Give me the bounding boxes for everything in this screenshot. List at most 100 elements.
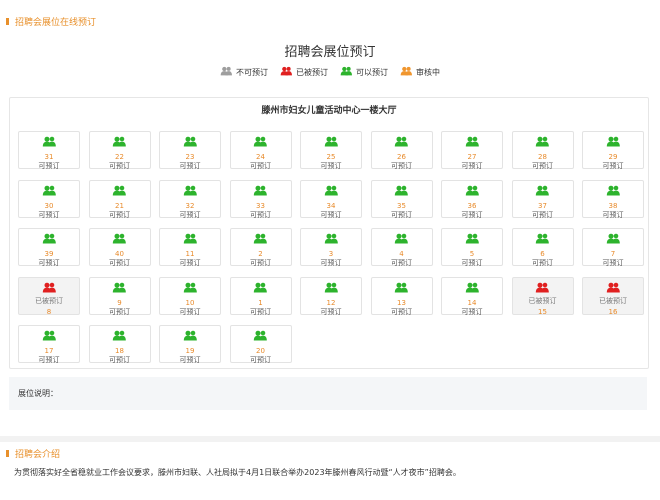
person-pair-icon: [535, 229, 550, 248]
page-title: 招聘会展位预订: [284, 45, 376, 60]
booth-status: 可预订: [461, 162, 483, 170]
booth-status: 可预订: [461, 210, 483, 219]
booth-12[interactable]: 12 可预订: [300, 276, 362, 316]
booth-number: 23: [185, 153, 195, 161]
booth-36[interactable]: 36 可预订: [441, 179, 503, 219]
booth-27[interactable]: 27 可预订: [441, 131, 503, 170]
booth-35[interactable]: 35 可预订: [370, 179, 433, 219]
booth-33[interactable]: 33 可预订: [229, 179, 292, 219]
booth-28[interactable]: 28 可预订: [511, 131, 574, 170]
booth-number: 36: [467, 201, 477, 210]
booth-number: 30: [44, 201, 54, 210]
booth-number: 26: [397, 153, 406, 161]
person-pair-icon: [465, 132, 480, 151]
booth-20[interactable]: 20 可预订: [229, 325, 292, 364]
booth-status: 可预订: [38, 162, 60, 170]
booth-number: 40: [115, 250, 124, 258]
booth-11[interactable]: 11 可预订: [159, 228, 221, 267]
person-pair-icon: [253, 326, 268, 345]
person-pair-icon: [112, 229, 127, 248]
booth-number: 33: [256, 201, 265, 210]
booth-3[interactable]: 3 可预订: [300, 228, 362, 267]
person-pair-icon: [324, 181, 339, 200]
booth-8[interactable]: 已被预订 8: [18, 276, 80, 316]
booth-number: 8: [46, 307, 52, 316]
booth-number: 5: [469, 250, 475, 258]
booth-1[interactable]: 1 可预订: [229, 276, 292, 316]
person-pair-icon: [394, 181, 409, 200]
booth-30[interactable]: 30 可预订: [18, 179, 80, 219]
legend-label: 审核中: [416, 67, 440, 77]
person-pair-icon: [606, 229, 621, 248]
booth-number: 31: [44, 153, 54, 161]
person-pair-icon: [340, 66, 353, 78]
booth-18[interactable]: 18 可预订: [88, 325, 151, 364]
booth-39[interactable]: 39 可预订: [18, 228, 80, 267]
person-pair-icon: [394, 278, 409, 297]
booth-14[interactable]: 14 可预订: [441, 276, 503, 316]
person-pair-icon: [394, 229, 409, 248]
person-pair-icon: [394, 132, 409, 151]
booth-number: 16: [608, 307, 618, 316]
booth-5[interactable]: 5 可预订: [441, 228, 503, 267]
person-pair-icon: [183, 278, 198, 297]
booth-status: 可预订: [38, 210, 60, 219]
booth-status: 可预订: [461, 259, 483, 267]
booth-24[interactable]: 24 可预订: [229, 131, 292, 170]
booth-status: 可预订: [391, 210, 412, 219]
booth-16[interactable]: 已被预订 16: [582, 276, 644, 316]
person-pair-icon: [280, 66, 293, 78]
booth-2[interactable]: 2 可预订: [229, 228, 292, 267]
booth-number: 34: [326, 201, 336, 210]
booth-status: 可预订: [250, 307, 271, 316]
booth-26[interactable]: 26 可预订: [370, 131, 433, 170]
booth-number: 2: [258, 250, 263, 258]
booth-22[interactable]: 22 可预订: [88, 131, 151, 170]
booth-status: 可预订: [320, 162, 342, 170]
person-pair-icon: [112, 181, 127, 200]
booth-number: 4: [399, 250, 404, 258]
booth-10[interactable]: 10 可预订: [159, 276, 221, 316]
booth-number: 27: [467, 153, 477, 161]
booth-number: 14: [467, 298, 477, 307]
person-pair-icon: [42, 181, 57, 200]
booth-31[interactable]: 31 可预订: [18, 131, 80, 170]
booth-number: 3: [328, 250, 334, 258]
booth-23[interactable]: 23 可预订: [159, 131, 221, 170]
booth-4[interactable]: 4 可预订: [370, 228, 433, 267]
booth-status: 可预订: [250, 210, 271, 219]
person-pair-icon: [465, 181, 480, 200]
booth-40[interactable]: 40 可预订: [88, 228, 151, 267]
booth-13[interactable]: 13 可预订: [370, 276, 433, 316]
legend-item: 可以预订: [340, 66, 388, 78]
booth-7[interactable]: 7 可预订: [582, 228, 644, 267]
booth-status: 可预订: [391, 162, 412, 170]
booth-status: 可预订: [320, 210, 342, 219]
booth-number: 38: [608, 201, 618, 210]
booth-29[interactable]: 29 可预订: [582, 131, 644, 170]
booth-21[interactable]: 21 可预订: [88, 179, 151, 219]
booth-38[interactable]: 38 可预订: [582, 179, 644, 219]
booth-25[interactable]: 25 可预订: [300, 131, 362, 170]
booth-32[interactable]: 32 可预订: [159, 179, 221, 219]
person-pair-icon: [42, 229, 57, 248]
booth-number: 28: [538, 153, 547, 161]
booth-19[interactable]: 19 可预订: [159, 325, 221, 364]
person-pair-icon: [42, 278, 57, 297]
booth-15[interactable]: 已被预订 15: [511, 276, 574, 316]
booth-17[interactable]: 17 可预订: [18, 325, 80, 364]
booth-6[interactable]: 6 可预订: [511, 228, 574, 267]
booth-number: 12: [326, 298, 336, 307]
booth-37[interactable]: 37 可预订: [511, 179, 574, 219]
booth-34[interactable]: 34 可预订: [300, 179, 362, 219]
booth-number: 32: [185, 201, 195, 210]
section-title: 招聘会展位在线预订: [15, 18, 97, 28]
booth-number: 10: [185, 298, 195, 307]
intro-text: 为贯彻落实好全省稳就业工作会议要求，滕州市妇联、人社局拟于4月1日联合举办202…: [14, 468, 461, 477]
booth-9[interactable]: 9 可预订: [88, 276, 151, 316]
person-pair-icon: [606, 278, 621, 297]
booking-panel: 招聘会展位在线预订 招聘会展位预订 不可预订 已被预订 可以预订 审核中 滕州市妇女儿…: [0, 0, 660, 436]
booth-number: 39: [44, 250, 54, 258]
booth-status: 已被预订: [35, 296, 63, 305]
legend-label: 可以预订: [356, 67, 388, 77]
